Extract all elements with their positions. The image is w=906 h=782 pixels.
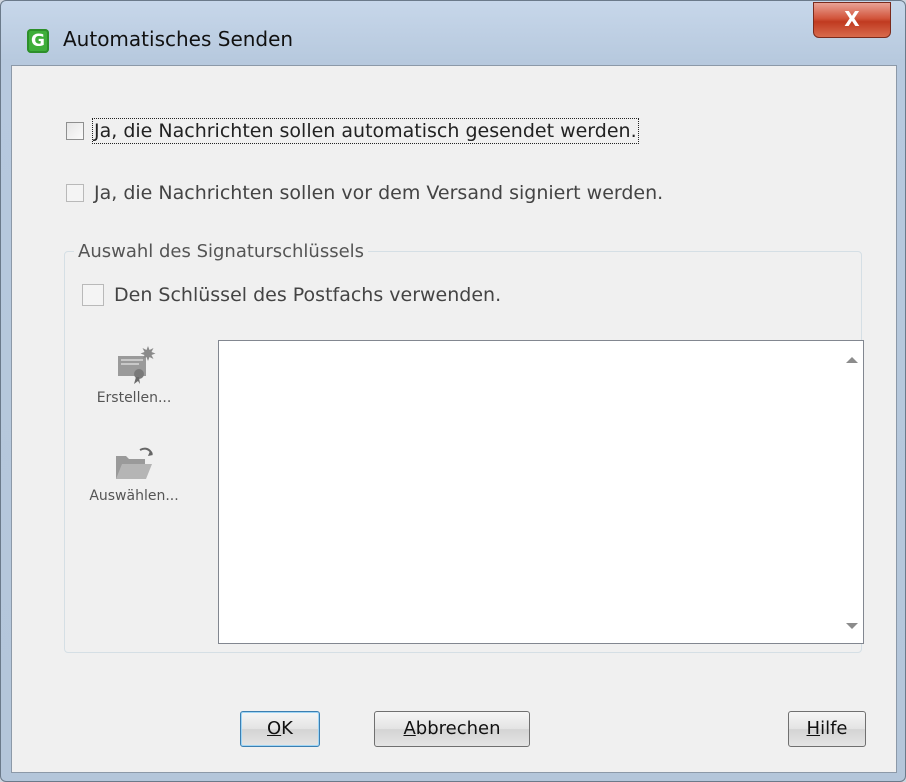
dialog-window: G Automatisches Senden X Ja, die Nachric… [0, 0, 906, 782]
open-folder-icon [116, 447, 153, 479]
ok-mnemonic: O [267, 718, 282, 739]
scroll-down-icon[interactable] [846, 623, 858, 629]
use-mailbox-key-label[interactable]: Den Schlüssel des Postfachs verwenden. [114, 284, 501, 306]
certificate-new-icon [118, 346, 156, 384]
dialog-body: Ja, die Nachrichten sollen automatisch g… [11, 65, 897, 773]
sign-option[interactable]: Ja, die Nachrichten sollen vor dem Versa… [66, 182, 663, 204]
create-key-label: Erstellen... [96, 390, 172, 406]
cancel-button[interactable]: Abbrechen [374, 711, 530, 747]
key-list[interactable] [218, 340, 864, 644]
select-key-label: Auswählen... [89, 488, 179, 504]
close-icon: X [844, 7, 860, 31]
auto-send-checkbox[interactable] [66, 122, 84, 140]
help-label: ilfe [820, 718, 848, 739]
app-logo-icon: G [27, 29, 49, 53]
create-key-button[interactable]: Erstellen... [88, 344, 180, 406]
use-mailbox-key-option[interactable]: Den Schlüssel des Postfachs verwenden. [82, 284, 501, 306]
help-mnemonic: H [806, 718, 821, 739]
sign-label[interactable]: Ja, die Nachrichten sollen vor dem Versa… [94, 182, 663, 204]
key-list-scrollbar[interactable] [841, 341, 863, 643]
use-mailbox-key-checkbox[interactable] [82, 284, 104, 306]
cancel-mnemonic: A [403, 718, 416, 739]
signature-key-group-title: Auswahl des Signaturschlüssels [74, 241, 369, 262]
sign-checkbox[interactable] [66, 184, 84, 202]
scroll-up-icon[interactable] [846, 357, 858, 363]
close-button[interactable]: X [813, 2, 891, 38]
ok-label: K [281, 718, 293, 739]
ok-button[interactable]: OK [240, 711, 320, 747]
auto-send-label[interactable]: Ja, die Nachrichten sollen automatisch g… [92, 118, 639, 144]
help-button[interactable]: Hilfe [788, 711, 866, 747]
window-title: Automatisches Senden [63, 27, 294, 51]
select-key-button[interactable]: Auswählen... [76, 444, 192, 504]
cancel-label: bbrechen [415, 718, 501, 739]
auto-send-option[interactable]: Ja, die Nachrichten sollen automatisch g… [66, 118, 639, 144]
